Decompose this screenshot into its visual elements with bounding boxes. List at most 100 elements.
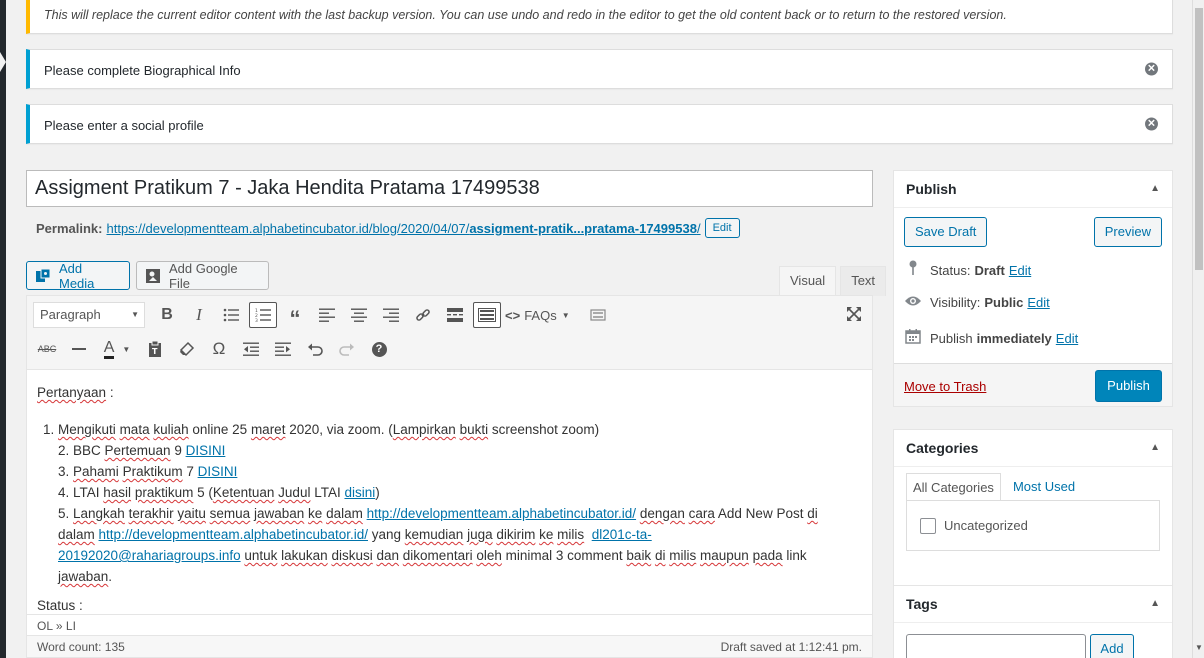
bulleted-list-icon[interactable]	[217, 302, 245, 328]
tag-input[interactable]	[906, 634, 1086, 658]
editor-content[interactable]: Pertanyaan : 1. Mengikuti mata kuliah on…	[27, 370, 872, 616]
fullscreen-icon[interactable]	[846, 306, 862, 327]
outdent-icon[interactable]	[237, 336, 265, 362]
list-number: 1.	[43, 422, 59, 437]
redo-icon[interactable]	[333, 336, 361, 362]
paste-as-text-icon[interactable]: T	[141, 336, 169, 362]
content-text: 9	[170, 443, 186, 458]
strikethrough-icon[interactable]: ABC	[33, 336, 61, 362]
content-word: Langkah	[73, 506, 125, 521]
bold-icon[interactable]: B	[153, 302, 181, 328]
undo-icon[interactable]	[301, 336, 329, 362]
shortcode-icon[interactable]	[584, 302, 612, 328]
dismiss-icon[interactable]: ✕	[1145, 62, 1158, 76]
align-right-icon[interactable]	[377, 302, 405, 328]
tab-most-used[interactable]: Most Used	[1007, 473, 1081, 501]
edit-schedule-link[interactable]: Edit	[1056, 331, 1078, 346]
editor: Paragraph B I 123 “	[26, 295, 873, 658]
collapse-arrow-icon[interactable]: ▲	[1150, 442, 1160, 453]
special-character-icon[interactable]: Ω	[205, 336, 233, 362]
scrollbar-thumb[interactable]	[1195, 8, 1203, 270]
content-word: milis	[669, 548, 697, 563]
category-checkbox[interactable]	[920, 517, 936, 534]
visibility-row: Visibility: Public Edit	[904, 294, 1050, 311]
content-word: dan	[376, 548, 400, 563]
tab-text[interactable]: Text	[840, 266, 887, 296]
pin-icon	[904, 260, 922, 280]
content-word: Ketentuan	[212, 485, 275, 500]
list-number: 2.	[58, 443, 74, 458]
collapse-arrow-icon[interactable]: ▲	[1150, 598, 1160, 609]
disini-link[interactable]: DISINI	[198, 464, 238, 479]
content-word: baik	[626, 548, 652, 563]
preview-button[interactable]: Preview	[1093, 217, 1162, 247]
content-word: maupun	[700, 548, 749, 563]
horizontal-line-icon[interactable]	[65, 336, 93, 362]
link-icon[interactable]	[409, 302, 437, 328]
site-link[interactable]: http://developmentteam.alphabetincubator…	[99, 527, 368, 542]
tags-box-header[interactable]: Tags ▲	[894, 586, 1172, 623]
clear-formatting-icon[interactable]	[173, 336, 201, 362]
help-icon[interactable]: ?	[365, 336, 393, 362]
italic-icon[interactable]: I	[185, 302, 213, 328]
disini-link[interactable]: DISINI	[186, 443, 226, 458]
bio-notice: Please complete Biographical Info ✕	[26, 49, 1173, 89]
site-link[interactable]: http://developmentteam.alphabetincubator…	[367, 506, 636, 521]
word-count: Word count: 135	[37, 640, 125, 654]
categories-box-header[interactable]: Categories ▲	[894, 430, 1172, 467]
add-tag-button[interactable]: Add	[1090, 634, 1134, 658]
content-word: lakukan	[281, 548, 328, 563]
numbered-list-icon[interactable]: 123	[249, 302, 277, 328]
permalink-link[interactable]: https://developmentteam.alphabetincubato…	[106, 221, 700, 236]
svg-text:3: 3	[255, 318, 258, 322]
toolbar-toggle-icon[interactable]	[473, 302, 501, 328]
align-center-icon[interactable]	[345, 302, 373, 328]
content-word: dalam	[326, 506, 363, 521]
edit-visibility-link[interactable]: Edit	[1027, 295, 1049, 310]
align-left-icon[interactable]	[313, 302, 341, 328]
content-text: :	[106, 385, 114, 400]
read-more-icon[interactable]	[441, 302, 469, 328]
add-google-file-button[interactable]: Add Google File	[136, 261, 269, 291]
mailing-list-link[interactable]: 20192020@rahariagroups.info	[58, 548, 241, 563]
collapse-arrow-icon[interactable]: ▲	[1150, 183, 1160, 194]
content-text: Add New Post	[714, 506, 808, 521]
eye-icon	[904, 294, 922, 311]
content-text: LTAI	[310, 485, 345, 500]
publish-actions: Move to Trash Publish	[894, 363, 1172, 406]
edit-status-link[interactable]: Edit	[1009, 263, 1031, 278]
editor-statusbar: OL » LI Word count: 135 Draft saved at 1…	[27, 614, 872, 657]
tab-all-categories[interactable]: All Categories	[906, 473, 1001, 501]
content-word: kemudian	[404, 527, 464, 542]
page-scrollbar[interactable]: ▼	[1192, 0, 1204, 658]
publish-box: Publish ▲ Save Draft Preview Status: Draft…	[893, 170, 1173, 407]
content-word: ke	[308, 506, 323, 521]
indent-icon[interactable]	[269, 336, 297, 362]
content-text: online 25	[188, 422, 251, 437]
scroll-down-icon[interactable]: ▼	[1195, 643, 1203, 652]
dismiss-icon[interactable]: ✕	[1145, 117, 1158, 131]
save-draft-button[interactable]: Save Draft	[904, 217, 988, 247]
list-number: 4.	[58, 485, 74, 500]
mailing-list-link[interactable]: dl201c-ta-	[592, 527, 652, 542]
list-item: 1. Mengikuti mata kuliah online 25 maret…	[37, 419, 862, 440]
blockquote-icon[interactable]: “	[281, 302, 309, 330]
svg-text:T: T	[152, 347, 158, 356]
disini-link[interactable]: disini	[344, 485, 375, 500]
content-word: praktikum	[134, 485, 194, 500]
faqs-button[interactable]: <> FAQs ▼	[505, 308, 570, 323]
publish-value: immediately	[976, 330, 1052, 346]
publish-label: Publish	[930, 330, 973, 346]
move-to-trash-link[interactable]: Move to Trash	[904, 379, 986, 394]
text-color-icon[interactable]: A ▼	[97, 336, 137, 362]
content-word: di	[654, 548, 666, 563]
add-media-button[interactable]: Add Media	[26, 261, 130, 291]
content-word: milis	[557, 527, 585, 542]
format-select[interactable]: Paragraph	[33, 302, 145, 328]
post-title-input[interactable]	[26, 170, 873, 207]
permalink-edit-button[interactable]: Edit	[704, 218, 740, 238]
content-text: screenshot zoom)	[488, 422, 600, 437]
tab-visual[interactable]: Visual	[779, 266, 837, 296]
publish-button[interactable]: Publish	[1095, 370, 1162, 402]
publish-box-header[interactable]: Publish ▲	[894, 171, 1172, 208]
